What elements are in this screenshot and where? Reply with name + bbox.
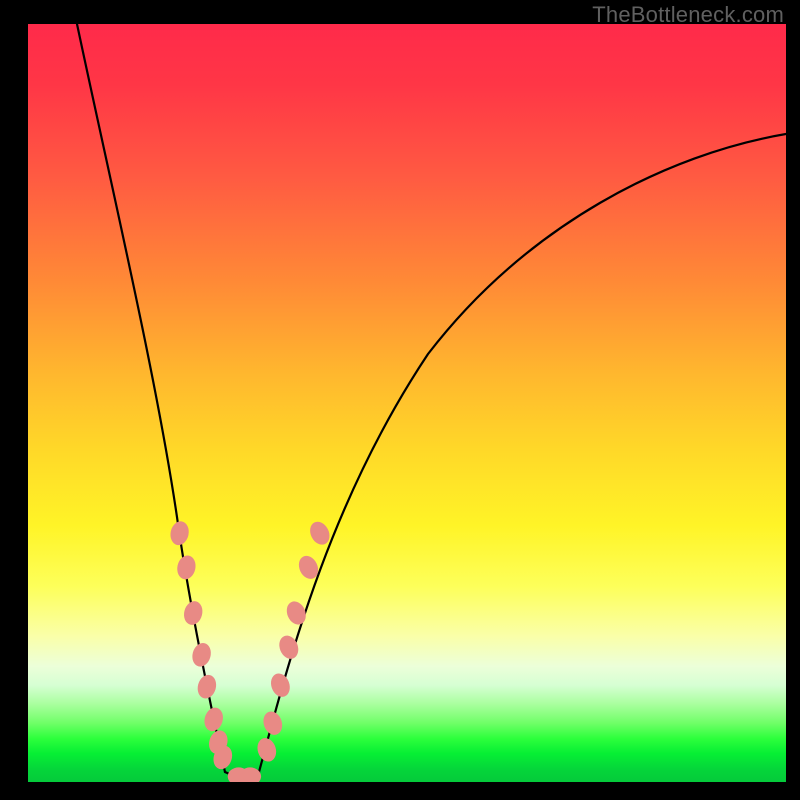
frame-right	[786, 0, 800, 800]
bead-icon	[175, 554, 198, 581]
bead-icon	[260, 709, 285, 738]
watermark-text: TheBottleneck.com	[592, 2, 784, 28]
chart-stage: TheBottleneck.com	[0, 0, 800, 800]
bead-group	[168, 518, 333, 784]
bead-icon	[168, 520, 191, 547]
curve-layer	[28, 24, 786, 784]
bead-icon	[190, 641, 214, 669]
bead-icon	[202, 705, 226, 733]
bead-icon	[283, 598, 309, 627]
bead-icon	[195, 673, 219, 701]
right-branch-line	[259, 134, 786, 772]
bead-icon	[268, 671, 293, 700]
frame-bottom	[0, 782, 800, 800]
bead-icon	[255, 736, 280, 764]
bead-icon	[182, 599, 205, 627]
